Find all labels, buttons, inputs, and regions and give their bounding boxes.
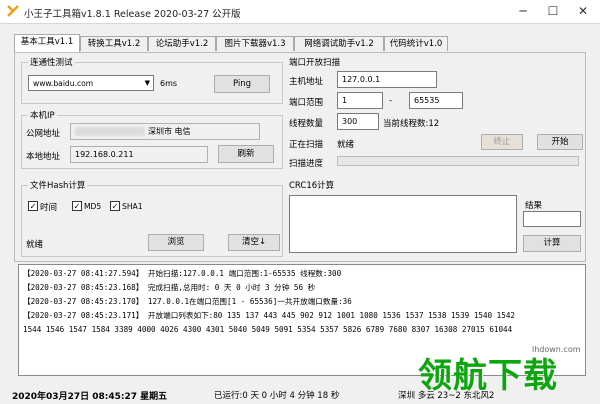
local-ip-group: 本机IP 公网地址 深圳市 电信 本地地址 192.168.0.211 刷新 <box>21 109 283 169</box>
host-select-value: www.baidu.com <box>33 79 94 88</box>
threads-input[interactable]: 300 <box>337 113 379 130</box>
log-line: 【2020-03-27 08:41:27.594】 开始扫描:127.0.0.1… <box>23 269 342 278</box>
stop-button[interactable]: 终止 <box>481 134 523 150</box>
connectivity-group: 连通性测试 www.baidu.com ▼ 6ms Ping <box>21 56 283 104</box>
port-start-input[interactable]: 1 <box>337 92 383 109</box>
connectivity-title: 连通性测试 <box>28 56 75 68</box>
tab-image-downloader[interactable]: 图片下载器v1.3 <box>216 36 294 51</box>
log-line: 【2020-03-27 08:45:23.171】 开放端口列表如下:80 13… <box>23 311 515 320</box>
md5-checkbox-label: MD5 <box>84 202 102 211</box>
tab-net-debug[interactable]: 网络调试助手v1.2 <box>294 36 384 51</box>
tab-code-stats[interactable]: 代码统计v1.0 <box>384 36 448 51</box>
crc-result-label: 结果 <box>525 201 543 211</box>
minimize-icon[interactable]: ─ <box>508 0 538 24</box>
site-watermark: 领航下载 <box>418 356 558 396</box>
sha1-checkbox-label: SHA1 <box>122 202 143 211</box>
host-address-label: 主机地址 <box>289 77 324 87</box>
log-line: 【2020-03-27 08:45:23.170】 127.0.0.1在端口范围… <box>23 297 352 306</box>
title-bar: 小王子工具箱v1.8.1 Release 2020-03-27 公开版 ─ ☐ … <box>0 0 600 24</box>
sha1-checkbox[interactable]: ✓ <box>110 201 120 211</box>
public-ip-field: 深圳市 电信 <box>70 123 260 140</box>
port-end-input[interactable]: 65535 <box>409 92 463 109</box>
time-checkbox-label: 时间 <box>40 203 58 213</box>
ping-button[interactable]: Ping <box>214 75 270 93</box>
crc-title: CRC16计算 <box>287 179 337 191</box>
log-line: 1544 1546 1547 1584 3389 4000 4026 4300 … <box>23 325 513 334</box>
current-threads-label: 当前线程数:12 <box>383 119 440 129</box>
main-panel: 连通性测试 www.baidu.com ▼ 6ms Ping 本机IP 公网地址… <box>14 52 586 262</box>
hash-title: 文件Hash计算 <box>28 179 88 191</box>
public-ip-value: 深圳市 电信 <box>148 127 191 136</box>
tab-basic-tools[interactable]: 基本工具v1.1 <box>14 34 80 52</box>
scan-host-input[interactable]: 127.0.0.1 <box>337 71 437 88</box>
local-ip-title: 本机IP <box>28 109 57 121</box>
tab-forum-helper[interactable]: 论坛助手v1.2 <box>148 36 216 51</box>
hash-status: 就绪 <box>26 240 44 250</box>
md5-checkbox[interactable]: ✓ <box>72 201 82 211</box>
hash-group: 文件Hash计算 ✓ 时间 ✓ MD5 ✓ SHA1 就绪 浏览 清空↓ <box>21 179 283 257</box>
port-range-label: 端口范围 <box>289 98 324 108</box>
port-scan-title: 端口开放扫描 <box>287 56 343 68</box>
crc-result-field <box>523 211 581 227</box>
local-ip-field: 192.168.0.211 <box>70 146 208 163</box>
scan-progress-bar <box>337 156 579 166</box>
port-scan-group: 端口开放扫描 主机地址 127.0.0.1 端口范围 1 - 65535 线程数… <box>283 56 583 174</box>
crc-input[interactable] <box>289 195 517 253</box>
scanning-status: 就绪 <box>337 140 355 150</box>
site-watermark-url: lhdown.com <box>532 345 581 354</box>
progress-label: 扫描进度 <box>289 159 324 169</box>
status-runtime: 已运行:0 天 0 小时 4 分钟 18 秒 <box>214 391 340 401</box>
start-button[interactable]: 开始 <box>537 134 583 150</box>
tab-convert-tools[interactable]: 转换工具v1.2 <box>80 36 148 51</box>
window-title: 小王子工具箱v1.8.1 Release 2020-03-27 公开版 <box>24 9 241 20</box>
range-separator: - <box>389 96 393 106</box>
log-line: 【2020-03-27 08:45:23.168】 完成扫描,总用时: 0 天 … <box>23 283 316 292</box>
latency-label: 6ms <box>160 79 178 88</box>
refresh-button[interactable]: 刷新 <box>218 145 274 163</box>
clear-button[interactable]: 清空↓ <box>228 234 280 251</box>
close-icon[interactable]: ✕ <box>568 0 598 24</box>
blurred-ip-mask <box>75 127 145 136</box>
app-icon <box>7 5 19 17</box>
scanning-label: 正在扫描 <box>289 140 324 150</box>
status-datetime: 2020年03月27日 08:45:27 星期五 <box>12 392 168 402</box>
host-select[interactable]: www.baidu.com ▼ <box>28 75 154 91</box>
maximize-icon[interactable]: ☐ <box>538 0 568 24</box>
local-ip-label: 本地地址 <box>26 152 61 162</box>
threads-label: 线程数量 <box>289 119 324 129</box>
time-checkbox[interactable]: ✓ <box>28 201 38 211</box>
crc-group: CRC16计算 结果 计算 <box>283 179 583 257</box>
chevron-down-icon: ▼ <box>144 79 150 87</box>
browse-button[interactable]: 浏览 <box>148 234 204 251</box>
public-ip-label: 公网地址 <box>26 129 61 139</box>
calc-button[interactable]: 计算 <box>523 235 581 252</box>
